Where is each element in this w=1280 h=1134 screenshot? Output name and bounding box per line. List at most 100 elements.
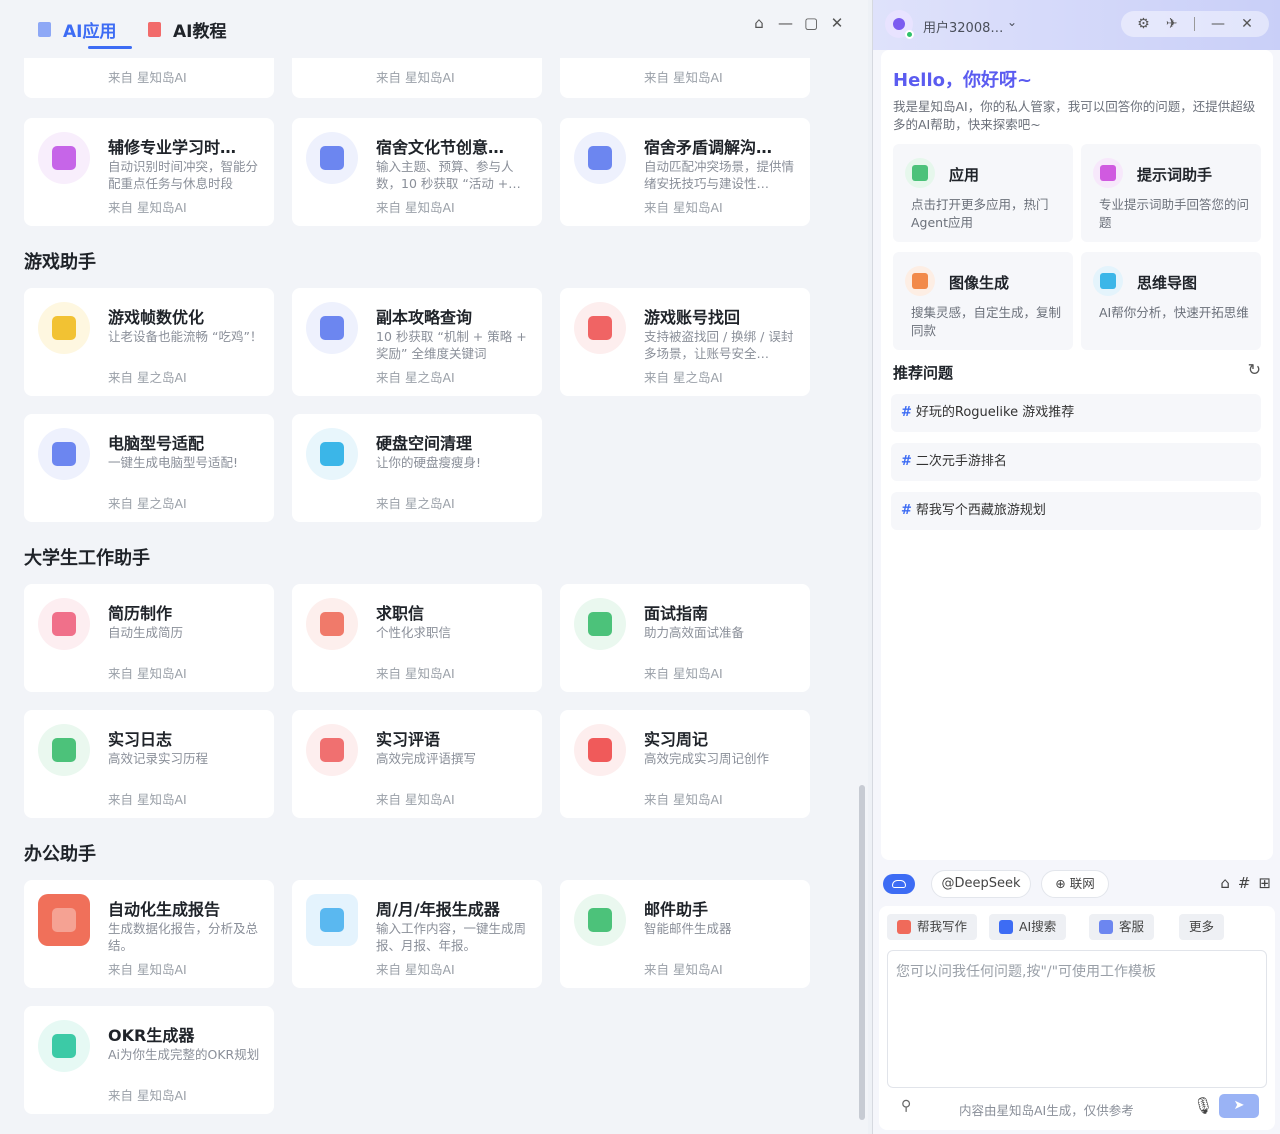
chat-input[interactable]: 您可以问我任何问题,按"/"可使用工作模板: [887, 950, 1267, 1088]
top-tab-bar: AI应用 AI教程 ⌂ — ▢ ✕: [0, 0, 868, 58]
app-card[interactable]: 实习评语 高效完成评语撰写 来自 星知岛AI: [292, 710, 542, 818]
app-card-desc: 智能邮件生成器: [644, 921, 732, 936]
app-card[interactable]: 副本攻略查询 10 秒获取 “机制 + 策略 + 奖励” 全维度关键词 来自 星之岛…: [292, 288, 542, 396]
minimize-icon[interactable]: —: [1211, 16, 1225, 32]
quick-action-chip[interactable]: 客服: [1089, 914, 1155, 940]
tutorial-book-icon: [148, 21, 161, 37]
robot-icon: [1100, 165, 1116, 181]
app-card-desc: 让你的硬盘瘦瘦身!: [376, 455, 482, 470]
app-card-desc: 生成数据化报告，分析及总结。: [108, 921, 259, 953]
app-icon-wrap: [574, 724, 626, 776]
settings-icon[interactable]: ⚙: [1137, 16, 1150, 32]
app-card-title: 邮件助手: [644, 900, 709, 919]
feature-card[interactable]: 提示词助手 专业提示词助手回答您的问题: [1081, 144, 1261, 242]
model-select-button[interactable]: @DeepSeek: [931, 870, 1031, 898]
app-card-desc: 高效完成评语撰写: [376, 751, 477, 766]
app-card-title: 宿舍矛盾调解沟…: [644, 138, 773, 157]
app-card[interactable]: 硬盘空间清理 让你的硬盘瘦瘦身! 来自 星之岛AI: [292, 414, 542, 522]
feature-desc: 点击打开更多应用，热门Agent应用: [911, 197, 1049, 230]
app-card[interactable]: 辅修专业学习时… 自动识别时间冲突，智能分配重点任务与休息时段 来自 星知岛AI: [24, 118, 274, 226]
app-card-desc: 高效记录实习历程: [108, 751, 209, 766]
add-icon[interactable]: ⊞: [1258, 874, 1271, 892]
quick-action-chip[interactable]: AI搜索: [989, 914, 1067, 940]
app-card[interactable]: 游戏账号找回 支持被盗找回 / 换绑 / 误封多场景，让账号安全… 来自 星之岛AI: [560, 288, 810, 396]
app-card[interactable]: 电脑型号适配 一键生成电脑型号适配! 来自 星之岛AI: [24, 414, 274, 522]
username[interactable]: 用户32008…: [923, 17, 1003, 36]
app-list-scroll-area[interactable]: 来自 星知岛AI 来自 星知岛AI 来自 星知岛AI 辅修专业学习时… 自动识别时间冲突…: [0, 0, 858, 1134]
app-card[interactable]: 实习日志 高效记录实习历程 来自 星知岛AI: [24, 710, 274, 818]
web-search-toggle[interactable]: ⊕ 联网: [1041, 870, 1109, 898]
greeting-intro: 我是星知岛AI，你的私人管家，我可以回答你的问题，还提供超级多的AI帮助，快来探…: [893, 99, 1256, 132]
app-card-source: 来自 星知岛AI: [108, 962, 187, 977]
refresh-icon[interactable]: ↻: [1248, 360, 1261, 379]
parking-icon: [320, 442, 344, 466]
quick-action-chip[interactable]: 帮我写作: [887, 914, 978, 940]
minimize-icon[interactable]: —: [778, 16, 793, 31]
hashtag-icon: #: [901, 405, 912, 420]
document-icon: [320, 146, 344, 170]
section-title: 游戏助手: [24, 252, 96, 273]
app-card-source: 来自 星知岛AI: [376, 666, 455, 681]
tab-ai-apps[interactable]: AI应用: [38, 16, 132, 49]
recommended-question[interactable]: # 二次元手游排名: [891, 443, 1261, 481]
cloud-toggle[interactable]: [883, 874, 915, 894]
close-icon[interactable]: ✕: [830, 16, 844, 31]
feature-desc: 搜集灵感，自定生成，复制同款: [911, 305, 1062, 338]
app-card[interactable]: 周/月/年报生成器 输入工作内容，一键生成周报、月报、年报。 来自 星知岛AI: [292, 880, 542, 988]
chip-label: 更多: [1189, 919, 1215, 934]
question-text: 好玩的Roguelike 游戏推荐: [915, 405, 1075, 420]
app-card[interactable]: 游戏帧数优化 让老设备也能流畅 “吃鸡”！ 来自 星之岛AI: [24, 288, 274, 396]
app-card-source: 来自 星知岛AI: [644, 792, 723, 807]
app-card-source: 来自 星之岛AI: [376, 496, 455, 511]
app-card[interactable]: OKR生成器 Ai为你生成完整的OKR规划 来自 星知岛AI: [24, 1006, 274, 1114]
app-card[interactable]: 求职信 个性化求职信 来自 星知岛AI: [292, 584, 542, 692]
cloud-icon: [892, 880, 906, 888]
recommended-question[interactable]: # 好玩的Roguelike 游戏推荐: [891, 394, 1261, 432]
app-card-source: 来自 星知岛AI: [376, 200, 455, 215]
attach-icon[interactable]: ⚲: [901, 1098, 911, 1114]
app-card-desc: 助力高效面试准备: [644, 625, 745, 640]
app-card-title: 简历制作: [108, 604, 173, 623]
app-card[interactable]: 面试指南 助力高效面试准备 来自 星知岛AI: [560, 584, 810, 692]
app-card-source: 来自 星知岛AI: [644, 962, 723, 977]
app-card[interactable]: 宿舍矛盾调解沟… 自动匹配冲突场景，提供情绪安抚技巧与建设性… 来自 星知岛AI: [560, 118, 810, 226]
app-card[interactable]: 邮件助手智能邮件生成器 来自 星知岛AI: [560, 880, 810, 988]
microphone-icon[interactable]: 🎙: [1193, 1096, 1213, 1115]
app-card-source: 来自 星知岛AI: [108, 666, 187, 681]
quick-action-chip[interactable]: 更多: [1179, 914, 1225, 940]
scrollbar[interactable]: [859, 785, 865, 1120]
send-button[interactable]: ➤: [1219, 1094, 1259, 1118]
tab-ai-tutorials[interactable]: AI教程: [148, 16, 226, 42]
app-card-title: 实习日志: [108, 730, 173, 749]
hashtag-icon[interactable]: #: [1238, 874, 1251, 892]
pin-icon[interactable]: ✈: [1166, 16, 1178, 32]
feature-card[interactable]: 图像生成 搜集灵感，自定生成，复制同款: [893, 252, 1073, 350]
chat-input-area: 帮我写作 AI搜索 客服 更多 您可以问我任何问题,按"/"可使用工作模板 ⚲ 内容由…: [879, 906, 1275, 1130]
basket-icon[interactable]: ⌂: [1220, 874, 1230, 892]
online-status-dot: [905, 30, 914, 39]
recommended-question[interactable]: # 帮我写个西藏旅游规划: [891, 492, 1261, 530]
app-card[interactable]: 宿舍文化节创意… 输入主题、预算、参与人数，10 秒获取 “活动 +… 来自 星知岛…: [292, 118, 542, 226]
maximize-icon[interactable]: ▢: [804, 16, 818, 31]
app-card-desc: Ai为你生成完整的OKR规划: [108, 1047, 260, 1062]
app-card[interactable]: 实习周记 高效完成实习周记创作 来自 星知岛AI: [560, 710, 810, 818]
home-icon[interactable]: ⌂: [752, 16, 766, 31]
mail-book-icon: [588, 908, 612, 932]
app-card[interactable]: 自动化生成报告生成数据化报告，分析及总结。来自 星知岛AI: [24, 880, 274, 988]
app-icon-wrap: [574, 894, 626, 946]
app-card-desc: 自动识别时间冲突，智能分配重点任务与休息时段: [108, 159, 259, 191]
apps-icon: [912, 165, 928, 181]
section-title: 办公助手: [24, 844, 96, 865]
presentation-icon: [52, 908, 76, 932]
app-card-title: 自动化生成报告: [108, 900, 221, 919]
app-icon-wrap: [38, 598, 90, 650]
app-card-desc: 自动生成简历: [108, 625, 184, 640]
app-card-source: 来自 星知岛AI: [108, 70, 187, 85]
avatar[interactable]: [885, 10, 914, 39]
feature-card[interactable]: 应用 点击打开更多应用，热门Agent应用: [893, 144, 1073, 242]
feature-card[interactable]: 思维导图 AI帮你分析，快速开拓思维: [1081, 252, 1261, 350]
chevron-down-icon[interactable]: ⌄: [1007, 15, 1017, 29]
app-card[interactable]: 简历制作自动生成简历 来自 星知岛AI: [24, 584, 274, 692]
close-icon[interactable]: ✕: [1241, 16, 1253, 32]
app-card-source: 来自 星知岛AI: [376, 962, 455, 977]
